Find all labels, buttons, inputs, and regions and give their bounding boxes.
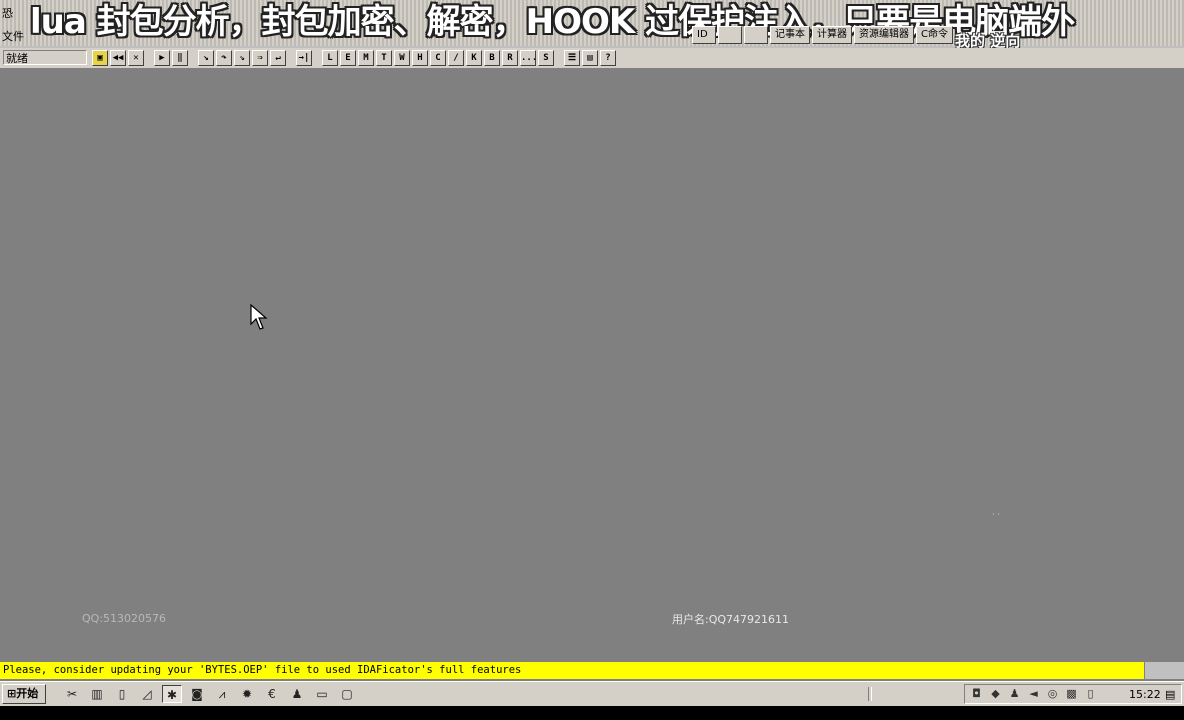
source-icon[interactable]: S (538, 50, 554, 66)
toolbar-icons: ▣ ◀◀ ✕ ▶ ‖ ↘ ↷ ⇘ ⇒ ↵ →| L E M T W H C / K B R... S ☰ ▤? (92, 49, 618, 67)
camera-icon[interactable]: ◙ (187, 685, 207, 703)
open-file-icon[interactable]: ▣ (92, 50, 108, 66)
rewind-icon[interactable]: ◀◀ (110, 50, 126, 66)
status-label: 就绪 (3, 50, 87, 65)
folder-icon[interactable]: ◿ (137, 685, 157, 703)
taskbar-separator (868, 687, 872, 701)
call-stack-icon[interactable]: K (466, 50, 482, 66)
debugger-icon[interactable]: ✱ (162, 685, 182, 703)
top-button-3[interactable]: 记事本 (770, 26, 810, 44)
username-watermark: 用户名:QQ747921611 (672, 613, 790, 626)
message-bar-end (1144, 662, 1184, 679)
stray-dots: · · (992, 510, 1000, 519)
volume-tray-icon[interactable]: ◄ (1026, 686, 1041, 702)
log-window-icon[interactable]: L (322, 50, 338, 66)
document-icon[interactable]: ▯ (112, 685, 132, 703)
top-button-2[interactable] (744, 26, 768, 44)
speaker-tray-icon[interactable]: ▯ (1083, 686, 1098, 702)
top-button-group: ID 记事本 计算器 资源编辑器 C命令 (692, 26, 953, 46)
monitor-icon[interactable]: ▭ (312, 685, 332, 703)
handles-icon[interactable]: H (412, 50, 428, 66)
patches-icon[interactable]: / (448, 50, 464, 66)
security-tray-icon[interactable]: ◎ (1045, 686, 1060, 702)
tools-icon[interactable]: ✂ (62, 685, 82, 703)
close-icon[interactable]: ✕ (128, 50, 144, 66)
user-icon[interactable]: ♟ (287, 685, 307, 703)
options-icon[interactable]: ☰ (564, 50, 580, 66)
references-icon[interactable]: R (502, 50, 518, 66)
penguin-tray-icon[interactable]: ♟ (1007, 686, 1022, 702)
message-bar: Please, consider updating your 'BYTES.OE… (0, 662, 1144, 679)
debugger-toolbar: 就绪 ▣ ◀◀ ✕ ▶ ‖ ↘ ↷ ⇘ ⇒ ↵ →| L E M T W H C / K B R... S ☰ ▤? (0, 48, 1184, 69)
top-button-5[interactable]: 资源编辑器 (854, 26, 914, 44)
quick-launch-bar: ✂ ▥ ▯ ◿ ✱ ◙ ⩘ ✹ € ♟ ▭ ▢ (62, 685, 357, 703)
appearance-icon[interactable]: ▤ (582, 50, 598, 66)
shield-tray-icon[interactable]: ◆ (988, 686, 1003, 702)
threads-icon[interactable]: T (376, 50, 392, 66)
bottom-strip (0, 706, 1184, 720)
network-icon[interactable]: ⩘ (212, 685, 232, 703)
step-into-icon[interactable]: ↘ (198, 50, 214, 66)
breakpoints-icon[interactable]: B (484, 50, 500, 66)
system-tray: ◘ ◆ ♟ ◄ ◎ ▩ ▯ 15:22 ▤ (964, 684, 1182, 704)
title-bar: 恐 文件 lua 封包分析，封包加密、解密，HOOK 过保护注入，只要是电脑端外… (0, 0, 1184, 50)
taskbar: ⊞开始 ✂ ▥ ▯ ◿ ✱ ◙ ⩘ ✹ € ♟ ▭ ▢ ◘ ◆ ♟ ◄ ◎ ▩ ▯ 15:22 ▤ (0, 681, 1184, 706)
keyboard-icon[interactable]: ▤ (1165, 686, 1175, 703)
memory-map-icon[interactable]: M (358, 50, 374, 66)
step-over-icon[interactable]: ↷ (216, 50, 232, 66)
cpu-icon[interactable]: C (430, 50, 446, 66)
network-tray-icon[interactable]: ▩ (1064, 686, 1079, 702)
top-button-0[interactable]: ID (692, 26, 716, 44)
chart-icon[interactable]: ▥ (87, 685, 107, 703)
run-trace-icon[interactable]: ... (520, 50, 536, 66)
euro-icon[interactable]: € (262, 685, 282, 703)
mouse-cursor-icon (250, 304, 268, 330)
notepad-icon[interactable]: ▢ (337, 685, 357, 703)
windows-icon[interactable]: W (394, 50, 410, 66)
goto-icon[interactable]: →| (296, 50, 312, 66)
menu-item-file[interactable]: 文件 (2, 28, 24, 44)
execute-till-return-icon[interactable]: ↵ (270, 50, 286, 66)
windows-logo-icon: ⊞ (7, 687, 17, 700)
top-button-1[interactable] (718, 26, 742, 44)
top-button-4[interactable]: 计算器 (812, 26, 852, 44)
run-icon[interactable]: ▶ (154, 50, 170, 66)
start-label: 开始 (16, 687, 39, 700)
help-icon[interactable]: ? (600, 50, 616, 66)
window-chrome: 恐 文件 lua 封包分析，封包加密、解密，HOOK 过保护注入，只要是电脑端外… (0, 0, 1184, 69)
camera-tray-icon[interactable]: ◘ (969, 686, 984, 702)
pause-icon[interactable]: ‖ (172, 50, 188, 66)
trace-into-icon[interactable]: ⇘ (234, 50, 250, 66)
trace-over-icon[interactable]: ⇒ (252, 50, 268, 66)
qq-watermark: QQ:513020576 (82, 612, 167, 625)
tray-icons: ◘ ◆ ♟ ◄ ◎ ▩ ▯ (969, 686, 1098, 702)
top-button-6[interactable]: C命令 (916, 26, 953, 44)
bug-icon[interactable]: ✹ (237, 685, 257, 703)
executable-modules-icon[interactable]: E (340, 50, 356, 66)
start-button[interactable]: ⊞开始 (2, 684, 46, 704)
app-icon: 恐 (2, 7, 13, 20)
clock[interactable]: 15:22 (1129, 686, 1161, 703)
